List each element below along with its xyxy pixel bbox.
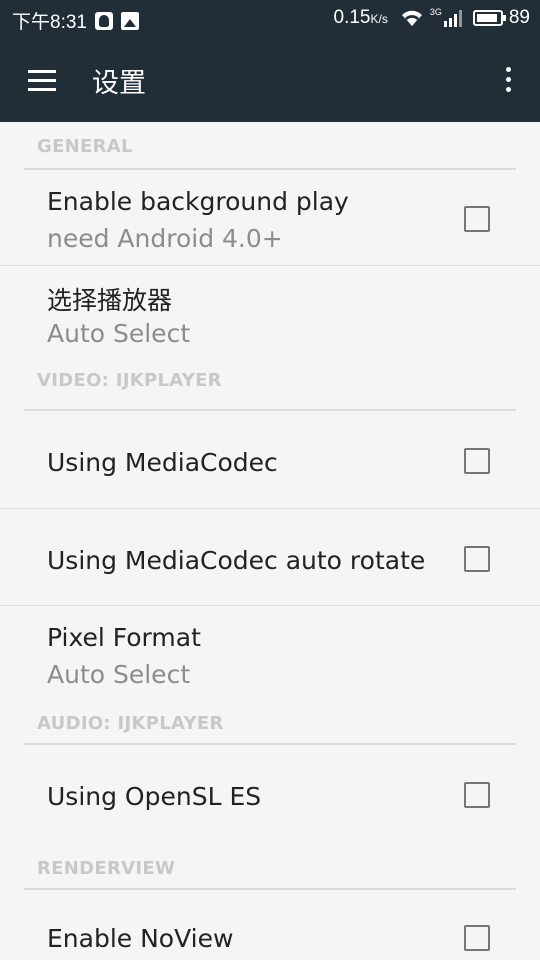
net-speed-value: 0.15 xyxy=(333,7,371,28)
pref-pixel-format[interactable]: Pixel Format Auto Select xyxy=(0,606,540,705)
battery-icon xyxy=(472,10,506,26)
opensl-checkbox[interactable] xyxy=(464,782,490,808)
signal-icon xyxy=(443,10,462,27)
pref-title: Enable background play xyxy=(47,187,349,216)
pref-summary: Auto Select xyxy=(47,319,191,348)
pref-player[interactable]: 选择播放器 Auto Select xyxy=(0,266,540,362)
network-type: 3G xyxy=(429,7,442,17)
pref-title: Using MediaCodec auto rotate xyxy=(47,546,426,575)
pref-summary: need Android 4.0+ xyxy=(47,224,283,253)
section-header-video: VIDEO: IJKPLAYER xyxy=(0,362,540,411)
pref-title: 选择播放器 xyxy=(47,286,173,315)
pref-title: Enable NoView xyxy=(47,924,234,953)
wifi-icon xyxy=(401,10,422,26)
battery-level: 89 xyxy=(508,7,530,28)
pref-title: Pixel Format xyxy=(47,623,201,652)
page-title: 设置 xyxy=(92,68,146,99)
mediacodec-checkbox[interactable] xyxy=(464,448,490,474)
app-bar: 设置 xyxy=(0,38,540,122)
pref-title: Using MediaCodec xyxy=(47,448,278,477)
pref-opensl[interactable]: Using OpenSL ES xyxy=(0,745,540,842)
status-time: 下午8:31 xyxy=(12,12,87,33)
net-speed-unit: K/s xyxy=(370,12,388,26)
settings-list[interactable]: GENERAL Enable background play need Andr… xyxy=(0,122,540,960)
status-bar-left: 下午8:31 xyxy=(12,7,139,34)
section-header-audio: AUDIO: IJKPLAYER xyxy=(0,705,540,745)
qq-icon xyxy=(94,11,113,30)
pref-summary: Auto Select xyxy=(47,660,191,689)
more-vert-icon[interactable] xyxy=(496,60,520,100)
pref-mediacodec-auto-rotate[interactable]: Using MediaCodec auto rotate xyxy=(0,509,540,606)
status-bar-right: 0.15K/s 3G 89 xyxy=(334,7,530,29)
hamburger-menu-icon[interactable] xyxy=(24,62,60,98)
noview-checkbox[interactable] xyxy=(464,925,490,951)
net-speed: 0.15K/s xyxy=(334,7,388,29)
image-notification-icon xyxy=(120,11,139,30)
section-header-renderview: RENDERVIEW xyxy=(0,842,540,890)
pref-background-play[interactable]: Enable background play need Android 4.0+ xyxy=(0,170,540,266)
mediacodec-auto-rotate-checkbox[interactable] xyxy=(464,546,490,572)
pref-mediacodec[interactable]: Using MediaCodec xyxy=(0,411,540,509)
pref-noview[interactable]: Enable NoView xyxy=(0,890,540,960)
section-header-general: GENERAL xyxy=(0,122,540,170)
pref-title: Using OpenSL ES xyxy=(47,782,262,811)
background-play-checkbox[interactable] xyxy=(464,206,490,232)
status-bar: 下午8:31 0.15K/s 3G 89 xyxy=(0,0,540,38)
